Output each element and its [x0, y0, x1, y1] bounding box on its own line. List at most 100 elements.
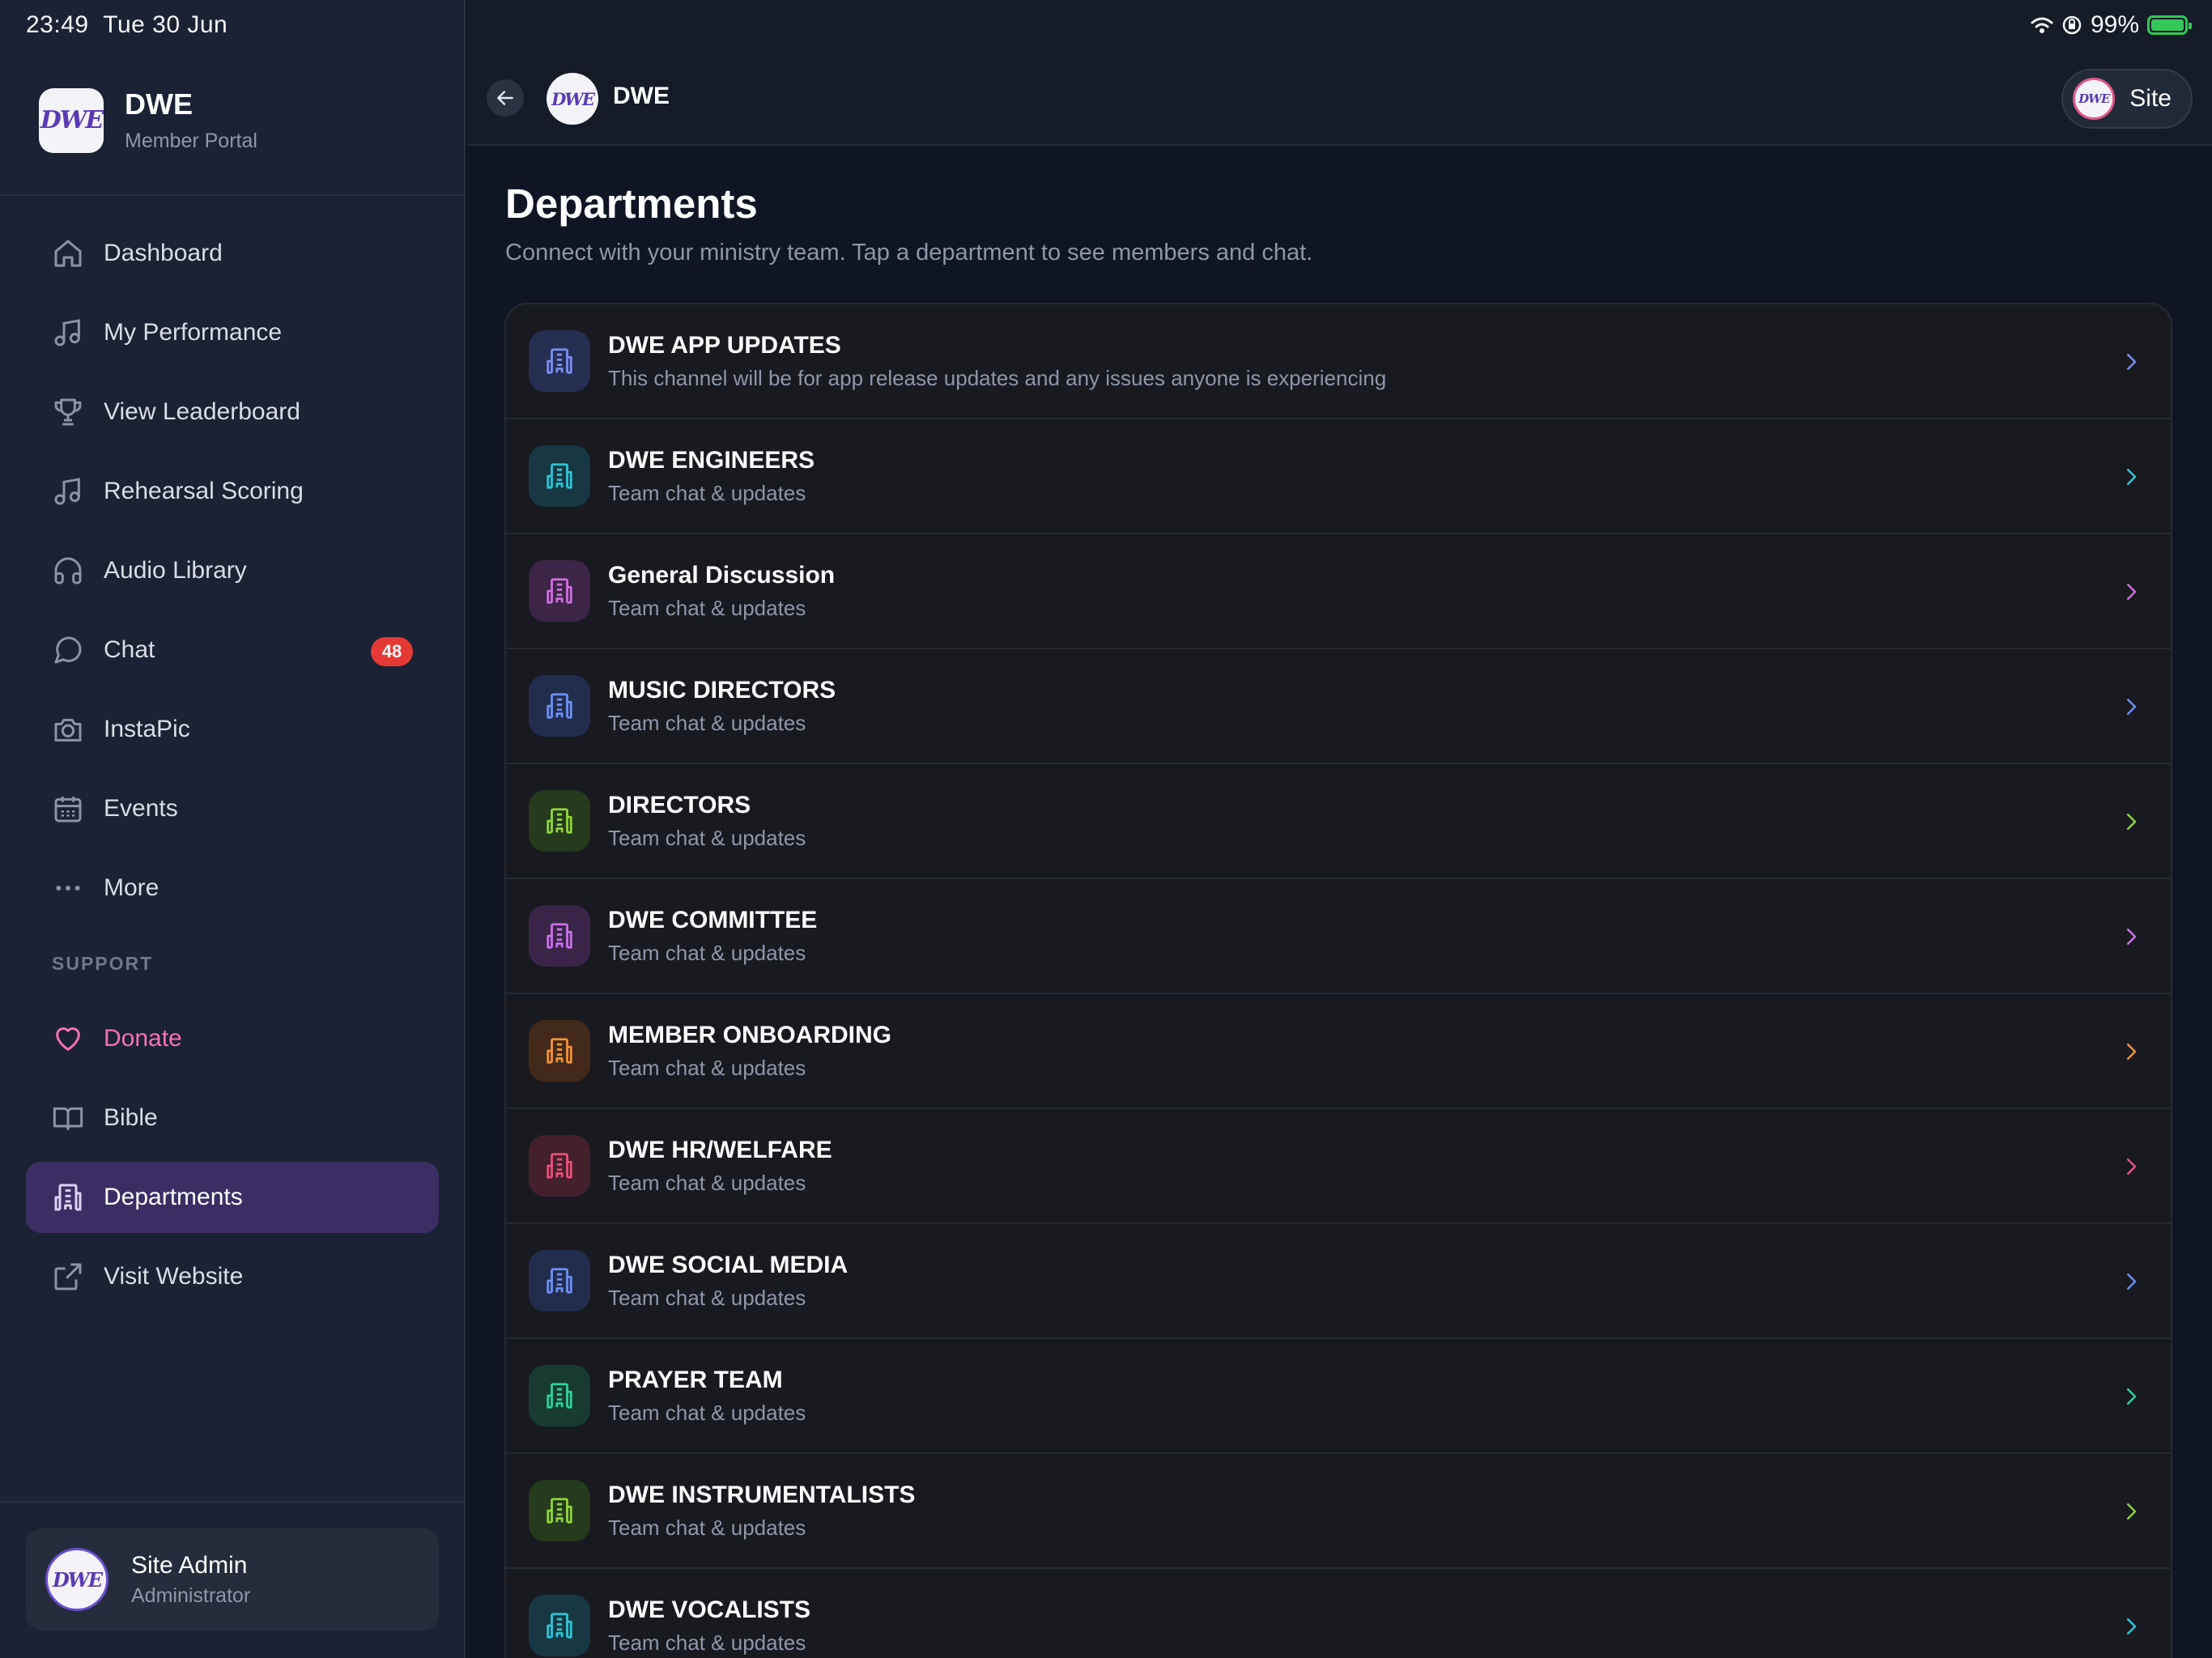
department-name: DWE COMMITTEE: [608, 906, 818, 933]
department-name: DWE ENGINEERS: [608, 446, 815, 474]
building-icon: [529, 675, 590, 737]
sidebar-item-label: More: [104, 874, 160, 901]
top-bar: DWE DWE DWE Site: [467, 0, 2212, 146]
calendar-icon: [54, 797, 82, 823]
department-description: Team chat & updates: [608, 1630, 806, 1655]
sidebar-item-label: Departments: [104, 1184, 243, 1210]
chevron-right-icon: [2119, 350, 2143, 374]
site-avatar: DWE: [2073, 78, 2116, 120]
department-description: Team chat & updates: [608, 595, 806, 620]
building-icon: [529, 1020, 590, 1082]
chevron-right-icon: [2119, 1269, 2143, 1294]
department-name: DWE HR/WELFARE: [608, 1136, 832, 1163]
page-subtitle: Connect with your ministry team. Tap a d…: [505, 240, 1313, 266]
heart-icon: [56, 1027, 80, 1051]
site-button-label: Site: [2129, 85, 2172, 112]
department-name: MUSIC DIRECTORS: [608, 676, 836, 704]
support-section-label: SUPPORT: [52, 952, 154, 974]
user-profile-card[interactable]: DWE Site Admin Administrator: [26, 1528, 439, 1630]
org-avatar: DWE: [547, 73, 598, 125]
user-name: Site Admin: [131, 1551, 248, 1579]
building-icon: [529, 1480, 590, 1541]
department-description: Team chat & updates: [608, 480, 806, 505]
arrow-left-icon: [497, 91, 513, 105]
chevron-right-icon: [2119, 1039, 2143, 1064]
sidebar-item-rehearsal-scoring[interactable]: Rehearsal Scoring: [26, 456, 439, 527]
music-note-icon: [54, 478, 80, 505]
department-row[interactable]: DWE COMMITTEE Team chat & updates: [506, 879, 2171, 994]
brand-logo: DWE: [39, 87, 104, 153]
chat-unread-badge: 48: [371, 637, 413, 666]
sidebar-item-visit-website[interactable]: Visit Website: [26, 1241, 439, 1312]
home-icon: [54, 240, 82, 267]
sidebar-item-label: Chat: [104, 636, 155, 663]
headphones-icon: [54, 557, 82, 585]
trophy-icon: [54, 398, 82, 426]
sidebar-item-chat[interactable]: Chat 48: [26, 614, 439, 686]
page-title: Departments: [505, 181, 758, 227]
department-name: DIRECTORS: [608, 791, 751, 818]
department-description: Team chat & updates: [608, 1400, 806, 1425]
department-row[interactable]: DWE INSTRUMENTALISTS Team chat & updates: [506, 1454, 2171, 1569]
department-row[interactable]: General Discussion Team chat & updates: [506, 534, 2171, 649]
building-icon: [529, 905, 590, 967]
department-row[interactable]: DWE SOCIAL MEDIA Team chat & updates: [506, 1224, 2171, 1339]
sidebar-item-label: Bible: [104, 1104, 158, 1131]
building-icon: [529, 1250, 590, 1312]
sidebar-item-bible[interactable]: Bible: [26, 1082, 439, 1154]
department-description: Team chat & updates: [608, 1285, 806, 1310]
building-icon: [529, 560, 590, 622]
department-row[interactable]: DWE HR/WELFARE Team chat & updates: [506, 1109, 2171, 1224]
sidebar-item-departments[interactable]: Departments: [26, 1162, 439, 1233]
sidebar-item-my-performance[interactable]: My Performance: [26, 297, 439, 368]
sidebar-item-more[interactable]: More: [26, 852, 439, 924]
department-row[interactable]: PRAYER TEAM Team chat & updates: [506, 1339, 2171, 1454]
building-icon: [529, 790, 590, 852]
department-name: PRAYER TEAM: [608, 1366, 783, 1393]
building-icon: [529, 330, 590, 392]
sidebar-item-donate[interactable]: Donate: [26, 1003, 439, 1074]
more-dots-icon: [56, 886, 80, 891]
back-button[interactable]: [487, 79, 524, 117]
chevron-right-icon: [2119, 925, 2143, 949]
sidebar-item-events[interactable]: Events: [26, 773, 439, 844]
department-row[interactable]: MUSIC DIRECTORS Team chat & updates: [506, 649, 2171, 764]
building-icon: [529, 1135, 590, 1197]
department-row[interactable]: DWE ENGINEERS Team chat & updates: [506, 419, 2171, 534]
site-button[interactable]: DWE Site: [2061, 69, 2193, 129]
building-icon: [529, 1595, 590, 1656]
department-row[interactable]: DWE VOCALISTS Team chat & updates: [506, 1569, 2171, 1658]
sidebar-item-label: View Leaderboard: [104, 398, 300, 425]
chevron-right-icon: [2119, 1384, 2143, 1409]
department-list: DWE APP UPDATES This channel will be for …: [504, 303, 2172, 1658]
avatar: DWE: [45, 1548, 108, 1611]
department-name: DWE VOCALISTS: [608, 1596, 811, 1623]
sidebar-item-label: Rehearsal Scoring: [104, 478, 304, 504]
chevron-right-icon: [2119, 1614, 2143, 1639]
sidebar-item-dashboard[interactable]: Dashboard: [26, 218, 439, 289]
department-name: General Discussion: [608, 561, 836, 589]
sidebar-item-view-leaderboard[interactable]: View Leaderboard: [26, 376, 439, 448]
department-row[interactable]: DWE APP UPDATES This channel will be for …: [506, 304, 2171, 419]
sidebar-nav: Dashboard My Performance View Leaderboar…: [26, 218, 439, 1320]
sidebar-divider: [0, 194, 466, 196]
department-name: DWE SOCIAL MEDIA: [608, 1251, 849, 1278]
chevron-right-icon: [2119, 580, 2143, 604]
department-row[interactable]: DIRECTORS Team chat & updates: [506, 764, 2171, 879]
sidebar: DWE DWE Member Portal Dashboard My Perfo…: [0, 0, 466, 1658]
sidebar-item-audio-library[interactable]: Audio Library: [26, 535, 439, 606]
department-name: MEMBER ONBOARDING: [608, 1021, 891, 1048]
department-name: DWE APP UPDATES: [608, 331, 841, 359]
sidebar-item-label: My Performance: [104, 319, 283, 346]
department-description: Team chat & updates: [608, 710, 806, 735]
chevron-right-icon: [2119, 810, 2143, 834]
chevron-right-icon: [2119, 1499, 2143, 1524]
sidebar-divider: [0, 1501, 466, 1503]
chat-bubble-icon: [54, 636, 82, 664]
camera-icon: [54, 718, 82, 742]
chevron-right-icon: [2119, 695, 2143, 719]
department-row[interactable]: MEMBER ONBOARDING Team chat & updates: [506, 994, 2171, 1109]
brand[interactable]: DWE DWE Member Portal: [39, 87, 257, 153]
department-description: Team chat & updates: [608, 825, 806, 850]
sidebar-item-instapic[interactable]: InstaPic: [26, 694, 439, 765]
